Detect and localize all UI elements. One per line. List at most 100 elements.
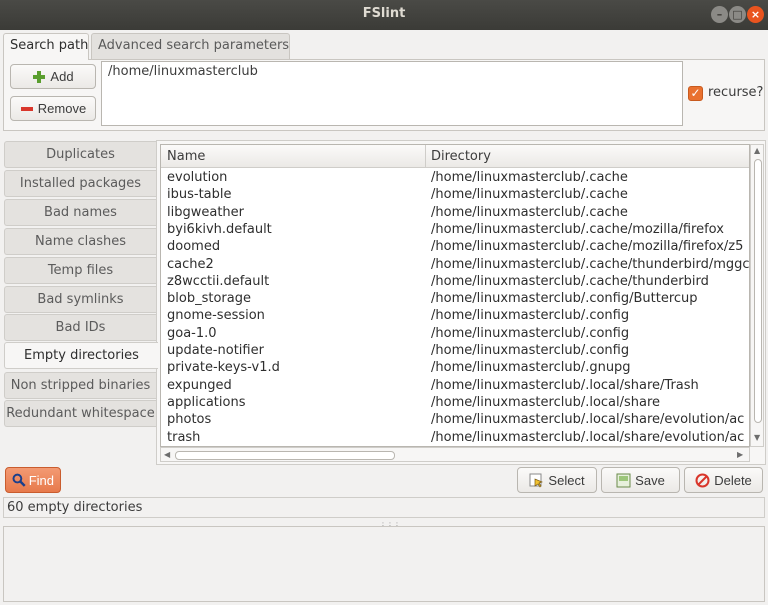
table-row[interactable]: photos/home/linuxmasterclub/.local/share… — [161, 412, 749, 429]
table-row[interactable]: evolution/home/linuxmasterclub/.cache — [161, 170, 749, 187]
recurse-label[interactable]: recurse? — [708, 85, 763, 100]
scroll-right-icon[interactable]: ▶ — [737, 450, 743, 459]
table-row[interactable]: cache2/home/linuxmasterclub/.cache/thund… — [161, 257, 749, 274]
save-button[interactable]: Save — [601, 467, 680, 493]
horizontal-scrollbar[interactable]: ◀ ▶ — [160, 447, 750, 462]
cell-name: expunged — [167, 377, 232, 393]
cell-directory: /home/linuxmasterclub/.cache/mozilla/fir… — [431, 239, 744, 255]
cell-directory: /home/linuxmasterclub/.local/share/evolu… — [431, 429, 745, 445]
status-text: 60 empty directories — [7, 500, 143, 515]
side-tab-bad-names[interactable]: Bad names — [4, 199, 156, 226]
recurse-checkbox[interactable]: ✓ — [688, 86, 703, 101]
tab-search-path[interactable]: Search path — [3, 33, 89, 60]
table-row[interactable]: private-keys-v1.d/home/linuxmasterclub/.… — [161, 360, 749, 377]
delete-icon — [695, 473, 710, 487]
table-row[interactable]: z8wcctii.default/home/linuxmasterclub/.c… — [161, 274, 749, 291]
side-tab-non-stripped-binaries[interactable]: Non stripped binaries — [4, 372, 156, 399]
add-label: Add — [50, 69, 74, 84]
cell-directory: /home/linuxmasterclub/.cache — [431, 204, 628, 220]
cell-name: cache2 — [167, 256, 214, 272]
side-tab-name-clashes[interactable]: Name clashes — [4, 228, 156, 255]
table-row[interactable]: byi6kivh.default/home/linuxmasterclub/.c… — [161, 222, 749, 239]
column-header-directory[interactable]: Directory — [431, 149, 491, 164]
cell-directory: /home/linuxmasterclub/.config — [431, 343, 630, 358]
side-tab-temp-files[interactable]: Temp files — [4, 257, 156, 284]
table-row[interactable]: ibus-table/home/linuxmasterclub/.cache — [161, 187, 749, 204]
cell-name: ibus-table — [167, 187, 232, 203]
remove-button[interactable]: Remove — [10, 96, 96, 121]
cell-name: gnome-session — [167, 308, 265, 324]
cell-name: goa-1.0 — [167, 325, 217, 341]
delete-button[interactable]: Delete — [684, 467, 763, 493]
cell-directory: /home/linuxmasterclub/.cache/thunderbird — [431, 273, 709, 289]
output-pane — [3, 526, 765, 602]
select-button[interactable]: Select — [517, 467, 597, 493]
table-row[interactable]: goa-1.0/home/linuxmasterclub/.config — [161, 326, 749, 343]
table-row[interactable]: doomed/home/linuxmasterclub/.cache/mozil… — [161, 239, 749, 256]
cell-directory: /home/linuxmasterclub/.gnupg — [431, 360, 631, 376]
table-row[interactable]: applications/home/linuxmasterclub/.local… — [161, 395, 749, 412]
side-tab-bad-ids[interactable]: Bad IDs — [4, 314, 156, 341]
window-title: FSlint — [362, 6, 406, 21]
vertical-scrollbar[interactable]: ▲ ▼ — [750, 144, 764, 447]
cell-name: blob_storage — [167, 291, 251, 307]
scroll-down-icon[interactable]: ▼ — [754, 433, 760, 442]
scroll-up-icon[interactable]: ▲ — [754, 146, 760, 155]
tab-advanced-search-parameters[interactable]: Advanced search parameters — [91, 33, 290, 59]
cell-directory: /home/linuxmasterclub/.cache/thunderbird… — [431, 256, 750, 272]
cell-directory: /home/linuxmasterclub/.config — [431, 308, 630, 324]
table-row[interactable]: expunged/home/linuxmasterclub/.local/sha… — [161, 378, 749, 395]
column-header-name[interactable]: Name — [167, 149, 205, 164]
cell-directory: /home/linuxmasterclub/.local/share/evolu… — [431, 412, 745, 428]
table-row[interactable]: gnome-session/home/linuxmasterclub/.conf… — [161, 308, 749, 325]
minus-icon — [20, 106, 33, 111]
plus-icon — [33, 70, 46, 83]
cell-directory: /home/linuxmasterclub/.local/share — [431, 394, 661, 410]
vertical-scroll-thumb[interactable] — [754, 159, 762, 423]
cell-name: photos — [167, 412, 212, 428]
select-hand-icon — [529, 473, 544, 488]
cell-directory: /home/linuxmasterclub/.config/Buttercup — [431, 291, 698, 307]
maximize-button[interactable]: □ — [729, 6, 746, 23]
cell-name: update-notifier — [167, 343, 264, 358]
horizontal-scroll-thumb[interactable] — [175, 451, 395, 460]
table-header: Name Directory — [161, 145, 749, 168]
magnifier-icon — [12, 473, 26, 487]
cell-directory: /home/linuxmasterclub/.cache/mozilla/fir… — [431, 221, 724, 237]
cell-directory: /home/linuxmasterclub/.config — [431, 325, 630, 341]
title-bar: FSlint – □ × — [0, 0, 768, 30]
select-label: Select — [548, 472, 585, 488]
cell-directory: /home/linuxmasterclub/.cache — [431, 187, 628, 203]
scroll-left-icon[interactable]: ◀ — [164, 450, 170, 459]
side-tab-duplicates[interactable]: Duplicates — [4, 141, 156, 168]
save-label: Save — [635, 472, 665, 488]
minimize-button[interactable]: – — [711, 6, 728, 23]
side-tab-empty-directories[interactable]: Empty directories — [4, 342, 158, 369]
search-path-list[interactable]: /home/linuxmasterclub — [101, 61, 683, 126]
cell-name: evolution — [167, 170, 228, 185]
table-row[interactable]: update-notifier/home/linuxmasterclub/.co… — [161, 343, 749, 360]
status-bar: 60 empty directories — [3, 497, 765, 518]
remove-label: Remove — [37, 101, 87, 116]
cell-directory: /home/linuxmasterclub/.local/share/Trash — [431, 377, 699, 393]
results-table[interactable]: Name Directory evolution/home/linuxmaste… — [160, 144, 750, 447]
find-button[interactable]: Find — [5, 467, 61, 493]
cell-name: doomed — [167, 239, 221, 255]
add-button[interactable]: Add — [10, 64, 96, 89]
search-path-item[interactable]: /home/linuxmasterclub — [108, 64, 258, 79]
save-icon — [616, 473, 631, 487]
column-divider[interactable] — [425, 145, 426, 167]
cell-name: z8wcctii.default — [167, 273, 270, 289]
side-tab-redundant-whitespace[interactable]: Redundant whitespace — [4, 400, 156, 427]
cell-name: byi6kivh.default — [167, 221, 272, 237]
side-tab-bad-symlinks[interactable]: Bad symlinks — [4, 286, 156, 313]
cell-name: private-keys-v1.d — [167, 360, 280, 376]
side-tab-installed-packages[interactable]: Installed packages — [4, 170, 156, 197]
table-row[interactable]: libgweather/home/linuxmasterclub/.cache — [161, 205, 749, 222]
cell-name: applications — [167, 394, 246, 410]
find-label: Find — [28, 472, 54, 488]
table-row[interactable]: trash/home/linuxmasterclub/.local/share/… — [161, 430, 749, 447]
cell-name: trash — [167, 429, 201, 445]
close-button[interactable]: × — [747, 6, 764, 23]
table-row[interactable]: blob_storage/home/linuxmasterclub/.confi… — [161, 291, 749, 308]
